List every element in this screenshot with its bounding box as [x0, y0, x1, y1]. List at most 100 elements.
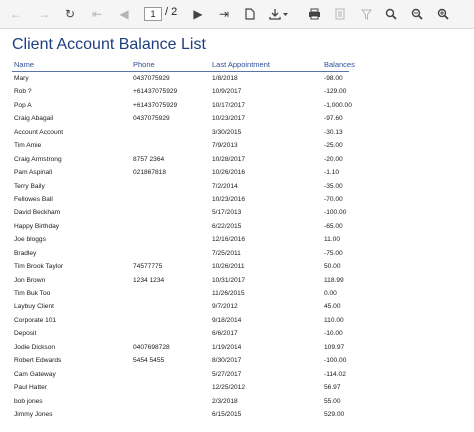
- next-page-icon[interactable]: ▶: [188, 5, 208, 23]
- last-page-icon[interactable]: ⇥: [214, 5, 234, 23]
- table-row: Bradley 7/25/2011 -75.00: [12, 248, 460, 261]
- page-view-icon[interactable]: [240, 5, 260, 23]
- table-row: Laybuy Client 9/7/2012 45.00: [12, 301, 460, 314]
- balance-cell: 0.00: [324, 290, 337, 297]
- zoom-out-icon[interactable]: [407, 5, 427, 23]
- back-icon[interactable]: ←: [6, 5, 26, 23]
- table-row: Craig Abagail 0437075929 10/23/2017 -97.60: [12, 113, 460, 126]
- report-page: Client Account Balance List Name Phone L…: [12, 28, 460, 432]
- previous-page-icon[interactable]: ◀: [114, 5, 134, 23]
- phone-cell: 0437075929: [133, 75, 170, 82]
- last-appointment-cell: 10/26/2016: [212, 169, 246, 177]
- filter-icon[interactable]: [356, 5, 376, 23]
- table-row: Jimmy Jones 6/15/2015 529.00: [12, 409, 460, 422]
- table-row: Joe bloggs 12/16/2016 11.00: [12, 234, 460, 247]
- table-row: Tim Brook Taylor 74577775 10/26/2011 50.00: [12, 261, 460, 274]
- column-header-name: Name: [14, 60, 35, 69]
- balance-cell: -75.00: [324, 249, 343, 257]
- client-name-cell: Jon Brown: [14, 276, 46, 284]
- client-balance-table: Mary 0437075929 1/8/2018 -98.00 Rob ? +614370…: [12, 73, 460, 422]
- phone-cell: 74577775: [133, 263, 163, 271]
- client-name-cell: Bradley: [14, 249, 37, 257]
- last-appointment-cell: 9/18/2014: [212, 316, 242, 324]
- balance-cell: -65.00: [324, 222, 343, 230]
- column-header-balances: Balances: [324, 60, 355, 69]
- table-row: Happy Birthday 6/22/2015 -65.00: [12, 221, 460, 234]
- forward-icon[interactable]: →: [34, 5, 54, 23]
- table-row: Tim Amie 7/9/2013 -25.00: [12, 140, 460, 153]
- table-row: Pam Aspinall 021867818 10/26/2016 -1.10: [12, 167, 460, 180]
- phone-cell: 0437075929: [133, 115, 170, 123]
- balance-cell: -129.00: [324, 88, 347, 96]
- client-name-cell: Deposit: [14, 330, 37, 338]
- table-row: David Beckham 5/17/2013 -100.00: [12, 207, 460, 220]
- balance-cell: -30.13: [324, 128, 343, 136]
- last-appointment-cell: 7/9/2013: [212, 142, 238, 150]
- balance-cell: -25.00: [324, 142, 343, 150]
- current-page-input[interactable]: 1: [144, 7, 162, 21]
- balance-cell: -98.00: [324, 75, 343, 82]
- zoom-in-icon[interactable]: [433, 5, 453, 23]
- table-row: Paul Hatter 12/25/2012 56.97: [12, 382, 460, 395]
- balance-cell: 50.00: [324, 263, 341, 271]
- last-appointment-cell: 10/23/2017: [212, 115, 246, 123]
- phone-cell: 1234 1234: [133, 276, 165, 284]
- client-name-cell: Jimmy Jones: [14, 410, 53, 418]
- print-icon[interactable]: [304, 5, 324, 23]
- client-name-cell: Tim Amie: [14, 142, 42, 150]
- balance-cell: 110.00: [324, 316, 344, 324]
- client-name-cell: Pam Aspinall: [14, 169, 53, 177]
- export-dropdown-icon[interactable]: [266, 5, 292, 23]
- first-page-icon[interactable]: ⇤: [87, 5, 107, 23]
- balance-cell: 56.97: [324, 384, 341, 392]
- balance-cell: -35.00: [324, 182, 343, 190]
- balance-cell: -114.02: [324, 370, 346, 378]
- client-name-cell: Craig Abagail: [14, 115, 54, 123]
- last-appointment-cell: 10/9/2017: [212, 88, 242, 96]
- balance-cell: -10.00: [324, 330, 343, 338]
- column-header-phone: Phone: [133, 60, 155, 69]
- balance-cell: -100.00: [324, 209, 347, 217]
- last-appointment-cell: 7/25/2011: [212, 249, 241, 257]
- balance-cell: -20.00: [324, 155, 343, 163]
- client-name-cell: Joe bloggs: [14, 236, 46, 244]
- balance-cell: 109.97: [324, 343, 345, 351]
- client-name-cell: Happy Birthday: [14, 222, 60, 230]
- table-row: bob jones 2/3/2018 55.00: [12, 396, 460, 409]
- balance-cell: -100.00: [324, 357, 347, 365]
- client-name-cell: Fellowes Ball: [14, 195, 53, 203]
- balance-cell: 55.00: [324, 397, 341, 405]
- client-name-cell: Robert Edwards: [14, 357, 62, 365]
- table-row: Jodie Dickson 0407698728 1/19/2014 109.97: [12, 342, 460, 355]
- last-appointment-cell: 9/7/2012: [212, 303, 238, 311]
- last-appointment-cell: 2/3/2018: [212, 397, 238, 405]
- client-name-cell: Laybuy Client: [14, 303, 54, 311]
- balance-cell: 11.00: [324, 236, 341, 244]
- table-row: Deposit 6/6/2017 -10.00: [12, 328, 460, 341]
- client-name-cell: Account Account: [14, 128, 64, 136]
- balance-cell: -70.00: [324, 195, 343, 203]
- balance-cell: -97.60: [324, 115, 343, 123]
- phone-cell: +61437075929: [133, 88, 178, 96]
- client-name-cell: Mary: [14, 75, 29, 82]
- last-appointment-cell: 6/6/2017: [212, 330, 238, 338]
- phone-cell: 8757 2364: [133, 155, 165, 163]
- search-icon[interactable]: [381, 5, 401, 23]
- page-total-label: / 2: [165, 6, 178, 18]
- client-name-cell: David Beckham: [14, 209, 61, 217]
- phone-cell: 5454 5455: [133, 357, 165, 365]
- client-name-cell: Rob ?: [14, 88, 32, 96]
- refresh-icon[interactable]: ↻: [60, 5, 80, 23]
- last-appointment-cell: 10/31/2017: [212, 276, 246, 284]
- table-row: Cam Gateway 5/27/2017 -114.02: [12, 369, 460, 382]
- last-appointment-cell: 5/27/2017: [212, 370, 242, 378]
- balance-cell: -1.10: [324, 169, 340, 177]
- last-appointment-cell: 11/26/2015: [212, 290, 245, 297]
- column-header-last-appointment: Last Appointment: [212, 60, 270, 69]
- last-appointment-cell: 10/26/2011: [212, 263, 245, 271]
- balance-cell: -1,000.00: [324, 101, 352, 109]
- client-name-cell: bob jones: [14, 397, 43, 405]
- last-appointment-cell: 10/23/2016: [212, 195, 246, 203]
- client-name-cell: Cam Gateway: [14, 370, 56, 378]
- document-map-icon[interactable]: [330, 5, 350, 23]
